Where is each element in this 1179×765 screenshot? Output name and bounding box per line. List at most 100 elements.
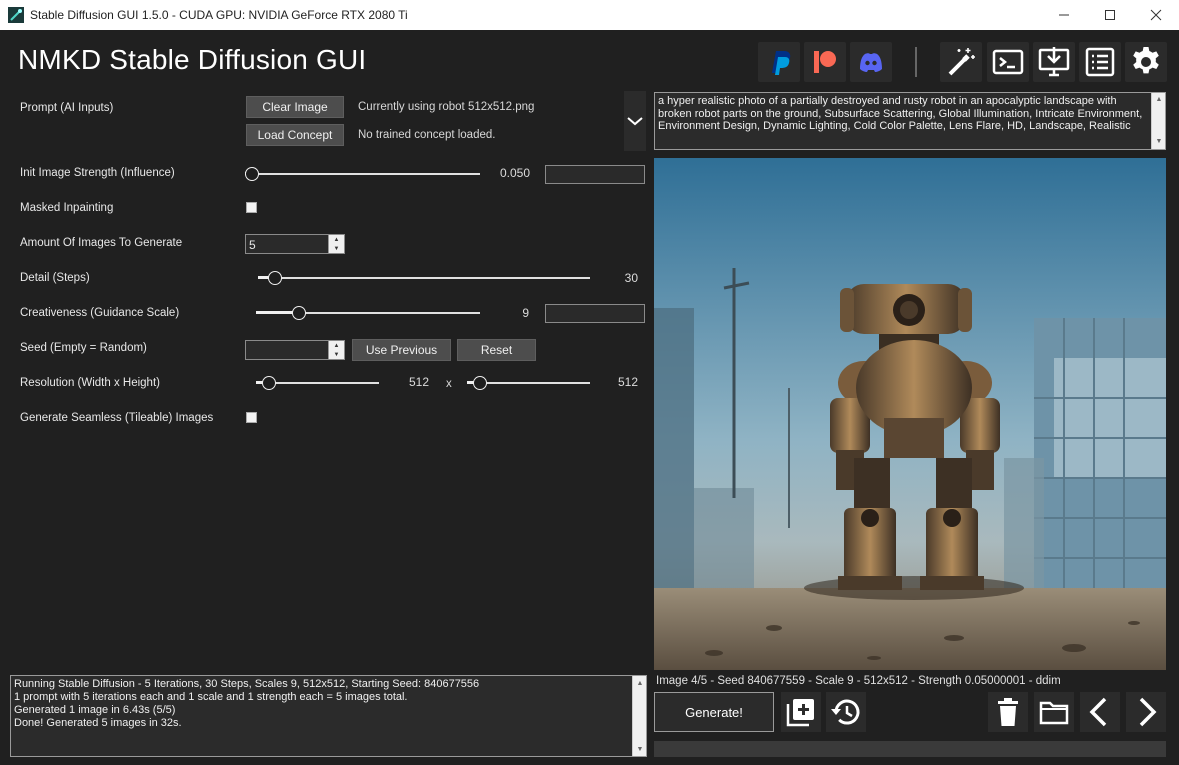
maximize-button[interactable] — [1087, 0, 1133, 30]
slider-thumb[interactable] — [245, 167, 259, 181]
app-title: NMKD Stable Diffusion GUI — [18, 44, 367, 75]
scroll-up-icon[interactable]: ▲ — [633, 676, 647, 690]
settings-icon — [1133, 47, 1159, 74]
log-scrollbar[interactable]: ▲ ▼ — [632, 676, 646, 756]
use-previous-seed-button[interactable]: Use Previous — [352, 339, 451, 361]
next-icon — [1139, 697, 1157, 727]
paypal-button[interactable] — [758, 42, 800, 82]
seamless-label: Generate Seamless (Tileable) Images — [20, 412, 214, 424]
prompt-input[interactable]: a hyper realistic photo of a partially d… — [654, 92, 1166, 150]
masked-inpainting-checkbox[interactable] — [246, 202, 257, 213]
slider-thumb[interactable] — [473, 376, 488, 390]
guidance-label: Creativeness (Guidance Scale) — [20, 307, 180, 319]
delete-icon — [998, 698, 1018, 726]
init-strength-value: 0.050 — [499, 166, 530, 180]
steps-label: Detail (Steps) — [20, 272, 90, 284]
height-slider[interactable] — [467, 376, 590, 390]
prompt-scrollbar[interactable]: ▲ ▼ — [1151, 93, 1165, 149]
window-title: Stable Diffusion GUI 1.5.0 - CUDA GPU: N… — [30, 8, 408, 22]
load-concept-button[interactable]: Load Concept — [246, 124, 344, 146]
log-line: Done! Generated 5 images in 32s. — [14, 717, 182, 729]
previous-icon — [1089, 697, 1107, 727]
init-strength-label: Init Image Strength (Influence) — [20, 167, 175, 179]
log-line: Generated 1 image in 6.43s (5/5) — [14, 704, 176, 716]
maximize-icon — [1105, 10, 1115, 20]
app-icon — [8, 7, 24, 23]
next-image-button[interactable] — [1126, 692, 1166, 732]
patreon-button[interactable] — [804, 42, 846, 82]
slider-thumb[interactable] — [291, 306, 306, 320]
log-line: Running Stable Diffusion - 5 Iterations,… — [14, 678, 480, 690]
history-button[interactable] — [826, 692, 866, 732]
discord-icon — [860, 53, 882, 72]
init-strength-slider[interactable] — [245, 167, 480, 181]
init-image-info: Currently using robot 512x512.png — [358, 101, 535, 113]
install-button[interactable] — [1033, 42, 1075, 82]
resolution-separator: x — [446, 378, 452, 390]
discord-button[interactable] — [850, 42, 892, 82]
steps-slider[interactable] — [258, 271, 590, 285]
previous-image-button[interactable] — [1080, 692, 1120, 732]
terminal-icon — [992, 49, 1024, 75]
log-output[interactable]: Running Stable Diffusion - 5 Iterations,… — [10, 675, 647, 757]
history-icon — [831, 699, 860, 725]
generate-button[interactable]: Generate! — [654, 692, 774, 732]
paypal-icon — [772, 51, 791, 75]
close-icon — [1150, 9, 1162, 21]
minimize-icon — [1059, 14, 1069, 16]
expand-prompt-button[interactable] — [624, 91, 646, 151]
height-value: 512 — [617, 375, 638, 389]
spin-down-icon[interactable]: ▼ — [329, 244, 344, 253]
spin-down-icon[interactable]: ▼ — [329, 350, 344, 359]
image-status: Image 4/5 - Seed 840677559 - Scale 9 - 5… — [656, 675, 1061, 687]
scroll-down-icon[interactable]: ▼ — [633, 742, 647, 756]
progress-bar — [654, 741, 1166, 757]
steps-value: 30 — [624, 271, 638, 285]
toolbar-separator — [915, 47, 917, 77]
guidance-input[interactable] — [545, 304, 645, 323]
list-icon — [1085, 47, 1115, 77]
close-button[interactable] — [1133, 0, 1179, 30]
prompt-label: Prompt (AI Inputs) — [20, 102, 114, 114]
concept-info: No trained concept loaded. — [358, 129, 496, 141]
generated-image[interactable] — [654, 158, 1166, 670]
spin-up-icon[interactable]: ▲ — [329, 235, 344, 244]
terminal-button[interactable] — [987, 42, 1029, 82]
width-value: 512 — [408, 375, 429, 389]
images-count-label: Amount Of Images To Generate — [20, 237, 183, 249]
open-folder-button[interactable] — [1034, 692, 1074, 732]
images-count-value: 5 — [249, 238, 256, 252]
guidance-slider[interactable] — [256, 306, 480, 320]
add-queue-icon — [786, 699, 814, 727]
list-button[interactable] — [1079, 42, 1121, 82]
masked-inpainting-label: Masked Inpainting — [20, 202, 114, 214]
resolution-label: Resolution (Width x Height) — [20, 377, 160, 389]
folder-icon — [1039, 701, 1069, 725]
seed-input[interactable]: ▲ ▼ — [245, 340, 345, 360]
wand-button[interactable] — [940, 42, 982, 82]
settings-button[interactable] — [1125, 42, 1167, 82]
delete-button[interactable] — [988, 692, 1028, 732]
images-count-stepper[interactable]: 5 ▲ ▼ — [245, 234, 345, 254]
minimize-button[interactable] — [1041, 0, 1087, 30]
slider-thumb[interactable] — [267, 271, 282, 285]
scroll-down-icon[interactable]: ▼ — [1152, 135, 1166, 149]
seamless-checkbox[interactable] — [246, 412, 257, 423]
seed-label: Seed (Empty = Random) — [20, 342, 147, 354]
patreon-icon — [814, 51, 836, 73]
log-line: 1 prompt with 5 iterations each and 1 sc… — [14, 691, 408, 703]
add-queue-button[interactable] — [781, 692, 821, 732]
width-slider[interactable] — [256, 376, 379, 390]
scroll-up-icon[interactable]: ▲ — [1152, 93, 1166, 107]
spin-up-icon[interactable]: ▲ — [329, 341, 344, 350]
guidance-value: 9 — [522, 306, 529, 320]
install-icon — [1038, 47, 1070, 77]
chevron-down-icon — [627, 117, 643, 126]
reset-seed-button[interactable]: Reset — [457, 339, 536, 361]
init-image-preview-box[interactable] — [545, 165, 645, 184]
wand-icon — [948, 48, 975, 76]
prompt-text: a hyper realistic photo of a partially d… — [658, 95, 1143, 132]
robot-image — [654, 158, 1166, 670]
slider-thumb[interactable] — [262, 376, 277, 390]
clear-image-button[interactable]: Clear Image — [246, 96, 344, 118]
